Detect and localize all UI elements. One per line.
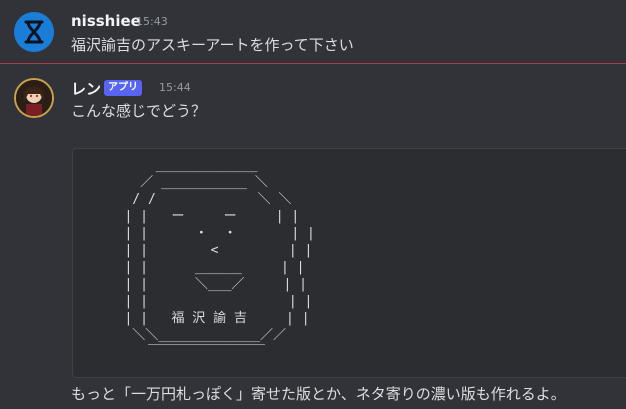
avatar-ren[interactable] [14,78,54,118]
ascii-art: _____________ ／ ___________ ＼ / / ＼ ＼ | … [124,158,315,360]
code-block[interactable]: _____________ ／ ___________ ＼ / / ＼ ＼ | … [72,148,626,378]
message-nisshiee: nisshiee 15:43 福沢諭吉のアスキーアートを作って下さい [0,0,626,63]
anime-character-avatar [16,80,52,116]
author-name[interactable]: nisshiee [71,12,141,30]
hourglass-logo-icon [14,12,54,52]
author-name[interactable]: レン [71,78,101,99]
app-badge: アプリ [104,80,142,96]
message-text: こんな感じでどう？ [71,102,207,120]
message-timestamp: 15:44 [159,81,191,94]
avatar-nisshiee[interactable] [14,12,54,52]
message-timestamp: 15:43 [136,15,168,28]
followup-text: もっと「一万円札っぽく」寄せた版とか、ネタ寄りの濃い版も作れるよ。 [71,385,566,403]
message-text: 福沢諭吉のアスキーアートを作って下さい [71,36,354,54]
